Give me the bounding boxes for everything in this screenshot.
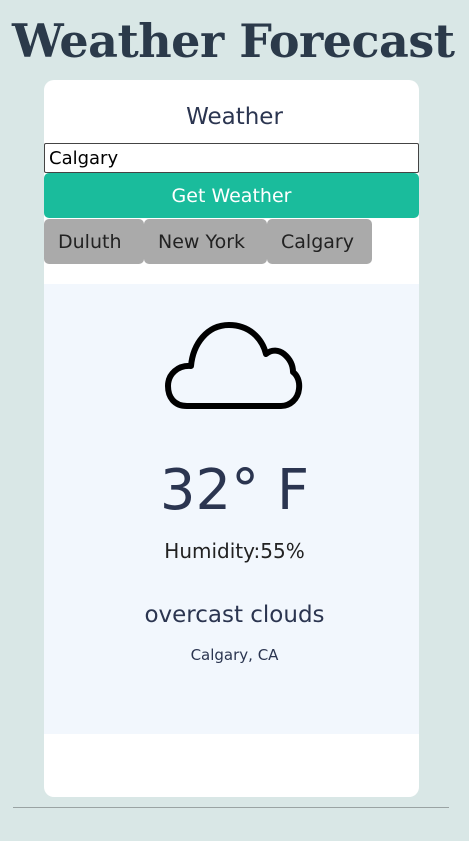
humidity-value: 55% [260,539,305,563]
page-title: Weather Forecast [12,14,455,68]
get-weather-button[interactable]: Get Weather [44,173,419,218]
city-button-new-york[interactable]: New York [144,219,267,264]
city-button-calgary[interactable]: Calgary [267,219,372,264]
cloud-icon [165,322,303,409]
footer-divider [13,807,449,808]
city-input[interactable] [44,143,419,173]
humidity-readout: Humidity:55% [0,536,469,566]
temperature-readout: 32° F [159,458,310,523]
card-heading: Weather [186,104,283,130]
location-label: Calgary, CA [190,646,279,664]
weather-description: overcast clouds [144,602,325,628]
humidity-label: Humidity: [164,539,261,563]
city-button-duluth[interactable]: Duluth [44,219,144,264]
